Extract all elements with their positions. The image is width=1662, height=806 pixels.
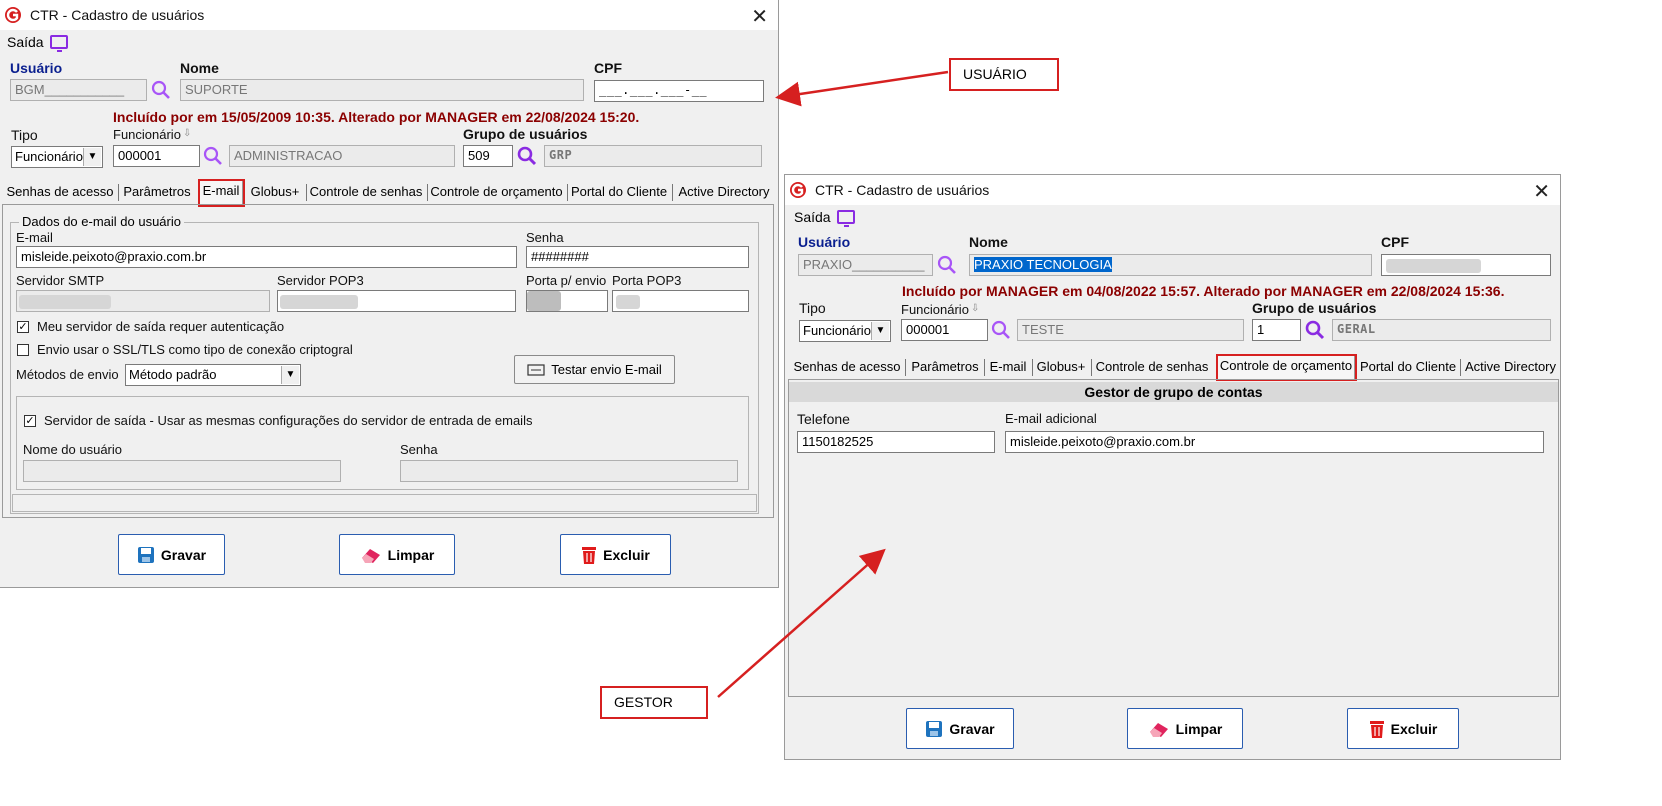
callout-usuario: USUÁRIO bbox=[949, 58, 1059, 91]
arrow-usuario bbox=[775, 70, 949, 107]
arrow-gestor bbox=[717, 548, 886, 698]
annotation-arrows bbox=[717, 70, 949, 698]
callout-gestor: GESTOR bbox=[600, 686, 708, 719]
